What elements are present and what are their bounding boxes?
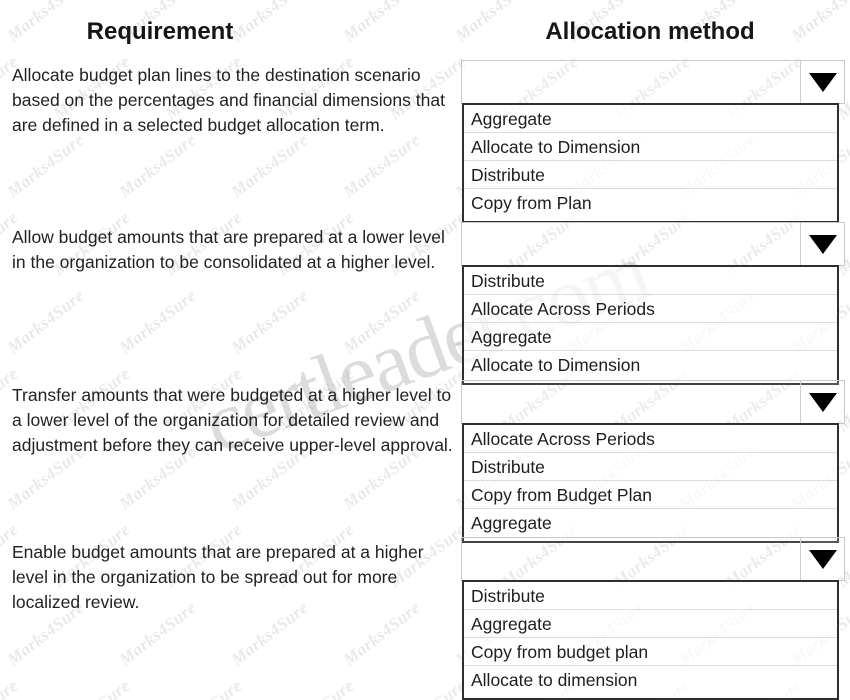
chevron-down-icon	[808, 549, 837, 569]
column-headers: Requirement Allocation method	[0, 18, 850, 58]
requirement-text: Enable budget amounts that are prepared …	[12, 542, 424, 612]
chevron-down-icon	[808, 392, 837, 412]
chevron-down-icon	[808, 234, 837, 254]
dropdown-options-list[interactable]: Aggregate Allocate to Dimension Distribu…	[462, 103, 839, 223]
combo-toggle-button[interactable]	[800, 61, 844, 103]
requirement-text: Allow budget amounts that are prepared a…	[12, 227, 445, 272]
dropdown-option[interactable]: Distribute	[464, 161, 837, 189]
dropdown-option[interactable]: Distribute	[464, 267, 837, 295]
allocation-method-dropdown[interactable]: Distribute Aggregate Copy from budget pl…	[461, 537, 845, 700]
chevron-down-icon	[808, 72, 837, 92]
allocation-method-dropdown[interactable]: Aggregate Allocate to Dimension Distribu…	[461, 60, 845, 223]
dropdown-options-list[interactable]: Distribute Allocate Across Periods Aggre…	[462, 265, 839, 385]
combo-box[interactable]	[461, 537, 845, 581]
question-page: Requirement Allocation method Allocate b…	[0, 0, 850, 700]
header-requirement: Requirement	[86, 18, 234, 45]
dropdown-option[interactable]: Aggregate	[464, 105, 837, 133]
requirement-text: Transfer amounts that were budgeted at a…	[12, 385, 453, 455]
allocation-method-dropdown[interactable]: Allocate Across Periods Distribute Copy …	[461, 380, 845, 543]
dropdown-option[interactable]: Allocate to Dimension	[464, 351, 837, 379]
dropdown-option[interactable]: Aggregate	[464, 610, 837, 638]
dropdown-option[interactable]: Distribute	[464, 453, 837, 481]
table-row: Enable budget amounts that are prepared …	[0, 537, 850, 700]
dropdown-options-list[interactable]: Allocate Across Periods Distribute Copy …	[462, 423, 839, 543]
dropdown-option[interactable]: Allocate Across Periods	[464, 425, 837, 453]
dropdown-option[interactable]: Aggregate	[464, 509, 837, 537]
table-row: Transfer amounts that were budgeted at a…	[0, 380, 850, 543]
dropdown-option[interactable]: Allocate Across Periods	[464, 295, 837, 323]
dropdown-option[interactable]: Copy from Plan	[464, 189, 837, 217]
table-row: Allocate budget plan lines to the destin…	[0, 60, 850, 223]
header-allocation-method: Allocation method	[545, 18, 755, 45]
combo-box[interactable]	[461, 60, 845, 104]
dropdown-option[interactable]: Aggregate	[464, 323, 837, 351]
combo-box[interactable]	[461, 380, 845, 424]
combo-toggle-button[interactable]	[800, 538, 844, 580]
dropdown-option[interactable]: Copy from budget plan	[464, 638, 837, 666]
dropdown-option[interactable]: Distribute	[464, 582, 837, 610]
table-row: Allow budget amounts that are prepared a…	[0, 222, 850, 385]
combo-box[interactable]	[461, 222, 845, 266]
combo-toggle-button[interactable]	[800, 381, 844, 423]
dropdown-option[interactable]: Copy from Budget Plan	[464, 481, 837, 509]
requirement-text: Allocate budget plan lines to the destin…	[12, 65, 445, 135]
dropdown-options-list[interactable]: Distribute Aggregate Copy from budget pl…	[462, 580, 839, 700]
combo-toggle-button[interactable]	[800, 223, 844, 265]
allocation-method-dropdown[interactable]: Distribute Allocate Across Periods Aggre…	[461, 222, 845, 385]
dropdown-option[interactable]: Allocate to dimension	[464, 666, 837, 694]
dropdown-option[interactable]: Allocate to Dimension	[464, 133, 837, 161]
